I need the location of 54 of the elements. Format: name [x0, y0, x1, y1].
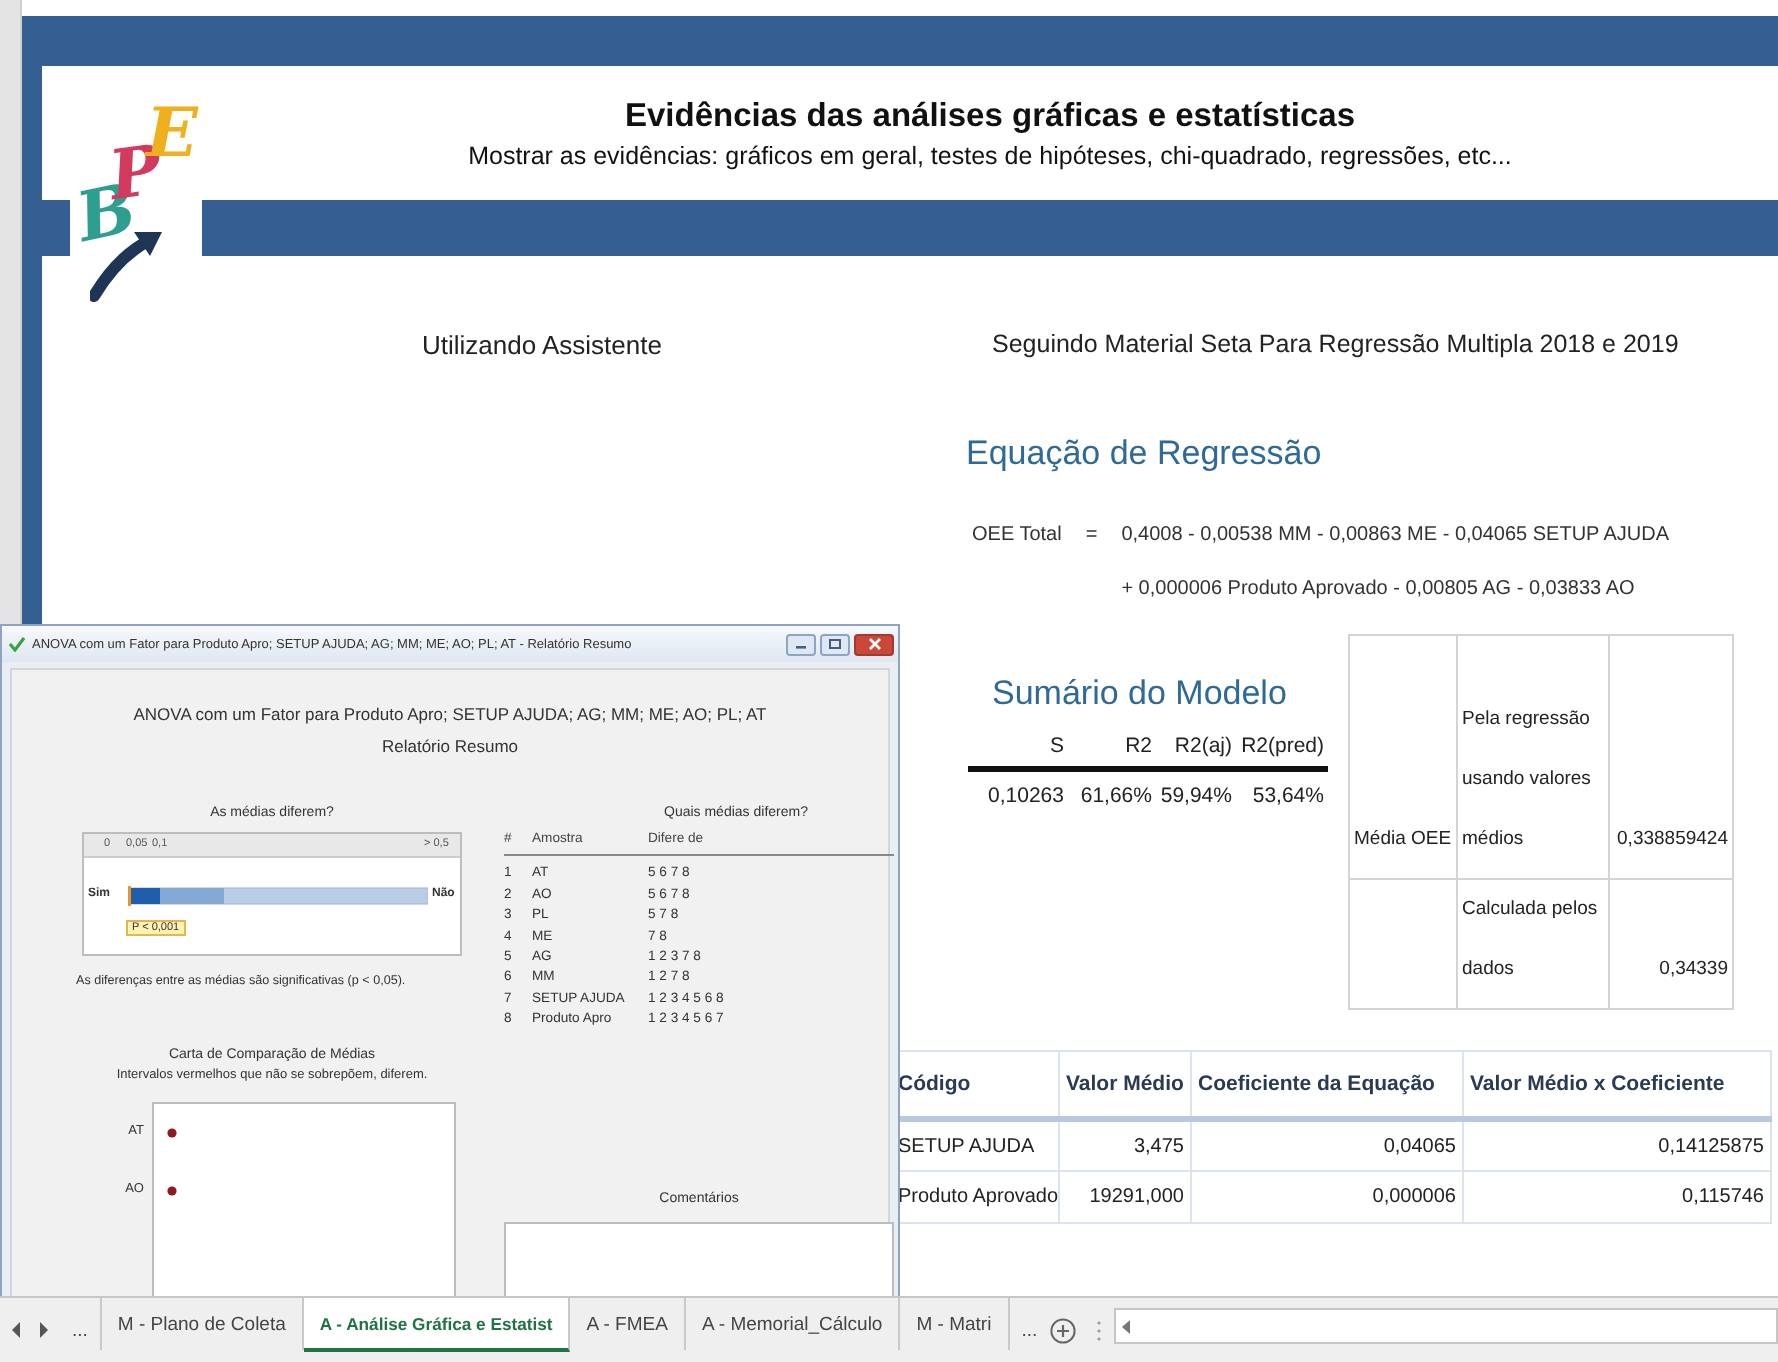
close-button[interactable] [854, 633, 894, 655]
section-title: Sumário do Modelo [992, 674, 1289, 714]
scroll-left-icon [1121, 1319, 1130, 1333]
sheet-tab[interactable]: M - Matri [900, 1298, 1010, 1350]
point-marker [166, 1182, 178, 1200]
table-cell-text: 59,94% [1158, 784, 1232, 808]
table-cell: 19291,000 [1059, 1171, 1191, 1223]
column-header: R2(pred) [1239, 734, 1324, 758]
maximize-button[interactable] [820, 633, 850, 655]
table-cell-text: 61,66% [1078, 784, 1152, 808]
report-title: ANOVA com um Fator para Produto Apro; SETUP AJUDA; AG; MM; ME; AO; PL; AT [131, 702, 769, 728]
sheet-tab[interactable]: A - Análise Gráfica e Estatist [303, 1298, 571, 1352]
equals-sign: = [1085, 522, 1098, 550]
scroll-left-icon [12, 1322, 22, 1338]
section-heading: Utilizando Assistente [420, 330, 664, 360]
table-cell: Média OEE [1349, 635, 1457, 879]
sheet-tab[interactable]: A - FMEA [570, 1298, 686, 1350]
equation-label: OEE Total [972, 522, 1062, 550]
more-tabs-button[interactable]: ... [60, 1298, 100, 1362]
section-title: Equação de Regressão [966, 434, 1324, 474]
drag-handle-icon [1095, 1319, 1102, 1341]
check-icon [8, 636, 26, 652]
close-icon [867, 638, 881, 650]
column-header: R2 [1123, 734, 1152, 758]
equation-line: + 0,000006 Produto Aprovado - 0,00805 AG - 0,03833 AO [1121, 576, 1637, 604]
table-cell: 0,04065 [1191, 1119, 1463, 1171]
column-header: Coeficiente da Equação [1191, 1051, 1463, 1119]
more-tabs-button[interactable]: ... [1009, 1298, 1050, 1362]
table-cell-text: 53,64% [1250, 784, 1324, 808]
horizontal-scrollbar[interactable] [1113, 1308, 1778, 1344]
point-marker [166, 1124, 178, 1142]
page-title: Evidências das análises gráficas e estatísticas [624, 97, 1356, 135]
column-header: Valor Médio [1059, 1051, 1191, 1119]
table-cell-text: 0,10263 [986, 784, 1064, 808]
column-header: Valor Médio x Coeficiente [1463, 1051, 1771, 1119]
table-cell: Calculada pelos dados [1457, 879, 1609, 1009]
sheet-tab[interactable]: A - Memorial_Cálculo [685, 1298, 901, 1350]
table-cell: 0,000006 [1191, 1171, 1463, 1223]
section-heading: Seguindo Material Seta Para Regressão Multipla 2018 e 2019 [992, 330, 1681, 358]
table-cell: 0,115746 [1463, 1171, 1771, 1223]
minimize-button[interactable] [786, 633, 816, 655]
report-subtitle: Relatório Resumo [379, 734, 521, 760]
equation-line: 0,4008 - 0,00538 MM - 0,00863 ME - 0,04065 SETUP AJUDA [1121, 522, 1670, 550]
maximize-icon [828, 638, 842, 650]
column-header: R2(aj) [1172, 734, 1232, 758]
add-sheet-icon[interactable] [1049, 1317, 1076, 1343]
table-cell: 3,475 [1059, 1119, 1191, 1171]
table-cell: 0,34339 [1609, 879, 1733, 1009]
table-cell: 0,14125875 [1463, 1119, 1771, 1171]
page-subtitle: Mostrar as evidências: gráficos em geral, testes de hipóteses, chi-quadrado, regressões, etc... [468, 141, 1512, 169]
table-cell: 0,338859424 [1609, 635, 1733, 879]
column-header: S [1047, 734, 1064, 758]
table-cell: Pela regressão usando valores médios [1457, 635, 1609, 879]
scroll-right-icon [38, 1322, 48, 1338]
